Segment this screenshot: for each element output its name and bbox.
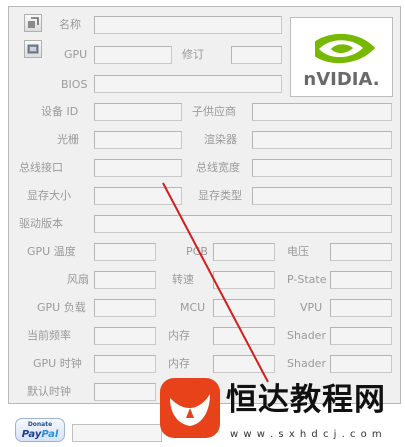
paypal-wordmark: PayPal xyxy=(21,429,59,440)
gpu-temp-label: GPU 温度 xyxy=(27,245,76,258)
fan-field[interactable] xyxy=(94,271,156,289)
gpu-load-field[interactable] xyxy=(94,299,156,317)
watermark-title: 恒达教程网 xyxy=(226,382,386,418)
refresh-icon xyxy=(28,17,39,28)
watermark-url: w w w . s x h d c j . c o m xyxy=(230,429,383,440)
memory-type-field[interactable] xyxy=(252,187,392,205)
bios-label: BIOS xyxy=(61,78,88,91)
vpu-field[interactable] xyxy=(330,299,392,317)
pstate-label: P-State xyxy=(287,273,327,286)
vpu-label: VPU xyxy=(300,301,323,314)
current-shader-label: Shader xyxy=(287,329,326,342)
mcu-field[interactable] xyxy=(213,299,275,317)
memory-type-label: 显存类型 xyxy=(198,189,242,202)
name-field[interactable] xyxy=(94,16,282,34)
voltage-field[interactable] xyxy=(330,243,392,261)
current-memory-field[interactable] xyxy=(213,327,275,345)
gpu-load-label: GPU 负载 xyxy=(37,301,86,314)
subvendor-field[interactable] xyxy=(252,103,392,121)
rops-field[interactable] xyxy=(94,131,182,149)
bios-field[interactable] xyxy=(94,75,282,93)
screenshot-button[interactable] xyxy=(24,40,42,58)
watermark-badge xyxy=(160,378,220,438)
status-field xyxy=(72,424,162,442)
driver-version-field[interactable] xyxy=(94,215,392,233)
pcb-label: PCB xyxy=(186,245,208,258)
gpu-temp-field[interactable] xyxy=(94,243,156,261)
bus-width-label: 总线宽度 xyxy=(196,161,240,174)
shaders-label: 渲染器 xyxy=(204,133,237,146)
revision-field[interactable] xyxy=(231,46,282,64)
screenshot-icon xyxy=(27,44,39,54)
memory-size-label: 显存大小 xyxy=(27,189,71,202)
speed-field[interactable] xyxy=(213,271,275,289)
default-clock-field[interactable] xyxy=(94,383,156,401)
gpu-clock-shader-field[interactable] xyxy=(330,355,392,373)
gpu-clock-shader-label: Shader xyxy=(287,357,326,370)
voltage-label: 电压 xyxy=(287,245,309,258)
shaders-field[interactable] xyxy=(252,131,392,149)
rops-label: 光栅 xyxy=(57,133,79,146)
gpu-clock-memory-label: 内存 xyxy=(168,357,190,370)
gpu-clock-memory-field[interactable] xyxy=(213,355,275,373)
device-id-field[interactable] xyxy=(94,103,182,121)
current-shader-field[interactable] xyxy=(330,327,392,345)
nvidia-wordmark: nVIDIA. xyxy=(303,69,380,90)
revision-label: 修订 xyxy=(182,48,204,61)
current-clock-label: 当前频率 xyxy=(27,329,71,342)
current-memory-label: 内存 xyxy=(168,329,190,342)
default-clock-label: 默认时钟 xyxy=(27,385,71,398)
memory-size-field[interactable] xyxy=(94,187,182,205)
bird-icon xyxy=(170,394,210,426)
subvendor-label: 子供应商 xyxy=(192,105,236,118)
paypal-donate-button[interactable]: Donate PayPal xyxy=(15,418,65,442)
bus-interface-field[interactable] xyxy=(94,159,182,177)
donate-text: Donate xyxy=(27,421,53,428)
gpu-clock-label: GPU 时钟 xyxy=(33,357,82,370)
pcb-field[interactable] xyxy=(213,243,275,261)
gpu-label: GPU xyxy=(64,48,88,61)
fan-label: 风扇 xyxy=(67,273,89,286)
bus-interface-label: 总线接口 xyxy=(19,161,63,174)
refresh-button[interactable] xyxy=(24,14,42,32)
speed-label: 转速 xyxy=(172,273,194,286)
device-id-label: 设备 ID xyxy=(41,105,79,118)
gpu-info-window: 名称 GPU 修订 BIOS nVIDIA. 设备 ID 子供应商 光栅 渲染器… xyxy=(8,6,401,404)
driver-version-label: 驱动版本 xyxy=(19,217,63,230)
gpu-clock-field[interactable] xyxy=(94,355,156,373)
nvidia-logo: nVIDIA. xyxy=(290,17,393,97)
gpu-field[interactable] xyxy=(94,46,172,64)
pstate-field[interactable] xyxy=(330,271,392,289)
mcu-label: MCU xyxy=(180,301,206,314)
name-label: 名称 xyxy=(59,18,81,31)
bus-width-field[interactable] xyxy=(252,159,392,177)
current-clock-field[interactable] xyxy=(94,327,156,345)
